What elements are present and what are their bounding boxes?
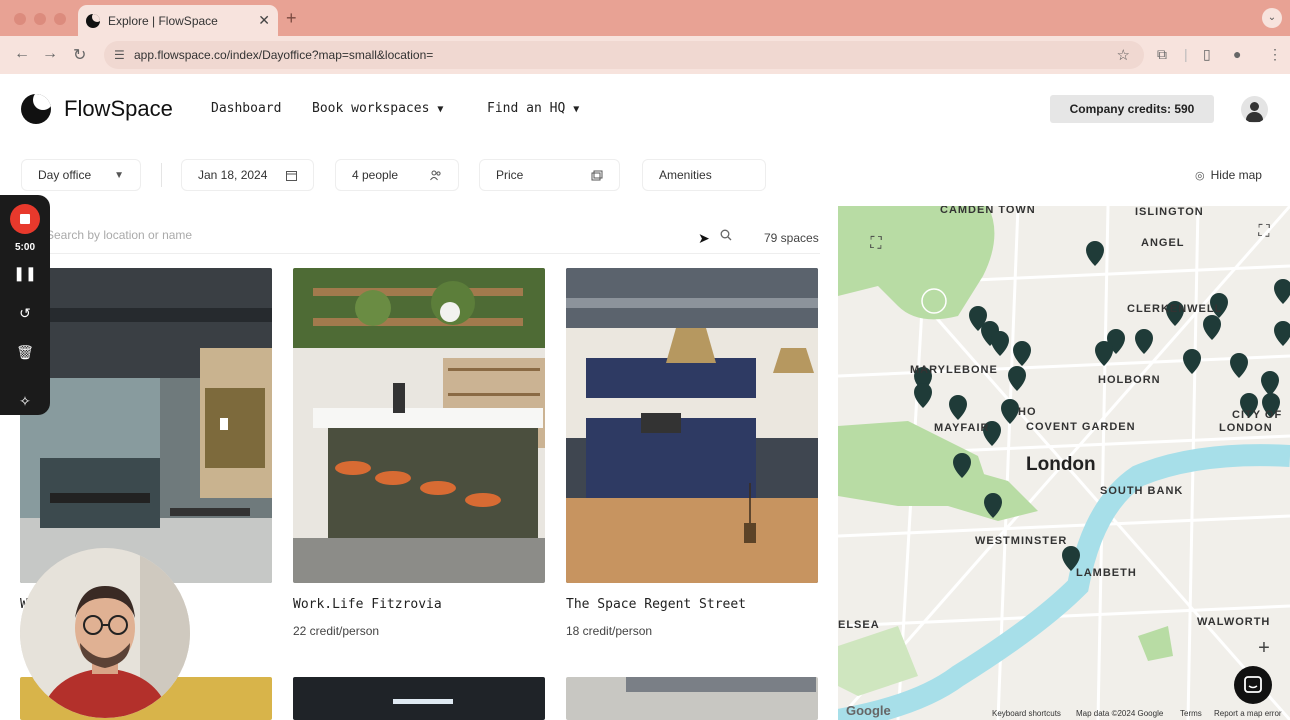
bookmark-star-icon[interactable]: ☆ [1117,46,1130,64]
profile-icon[interactable]: ● [1233,46,1241,62]
effects-wand-icon[interactable]: ✧ [0,393,50,410]
chat-icon [1244,676,1262,693]
workspace-card-image[interactable] [566,677,818,720]
flowspace-favicon-icon [86,13,100,28]
workspace-card-image[interactable] [293,677,545,720]
chevron-down-icon: ▼ [573,104,580,115]
mouse-cursor-icon: ➤ [698,230,710,246]
new-tab-icon[interactable]: + [286,8,297,29]
map-label: ANGEL [1141,237,1185,249]
spaces-count: 79 spaces [764,231,819,245]
map-label: HOLBORN [1098,374,1161,386]
filter-divider [161,163,162,187]
recording-timer: 5:00 [14,242,35,253]
map-label: MARYLEBONE [910,364,998,376]
close-window-icon[interactable] [14,13,26,25]
eye-off-icon: ◎ [1195,170,1205,182]
map-label: CITY OF [1232,409,1283,421]
site-settings-icon[interactable]: ☰ [114,48,125,62]
pause-icon[interactable]: ❚❚ [0,265,50,282]
flowspace-logo-icon[interactable] [21,94,51,124]
maximize-window-icon[interactable] [54,13,66,25]
url-text: app.flowspace.co/index/Dayoffice?map=sma… [134,48,434,62]
nav-find-an-hq[interactable]: Find an HQ ▼ [487,101,579,116]
map-label: MAYFAIR [934,422,990,434]
chat-support-button[interactable] [1234,666,1272,704]
nav-dashboard[interactable]: Dashboard [211,101,281,116]
map-label: HO [1018,406,1037,418]
tab-search-icon[interactable]: ⌄ [1262,8,1282,28]
card-price: 22 credit/person [293,624,380,638]
map-expand-icon[interactable]: ⛶ [864,232,888,256]
price-filter[interactable]: Price [479,159,620,191]
card-title[interactable]: The Space Regent Street [566,597,746,612]
zoom-in-icon[interactable]: + [1252,636,1276,660]
keyboard-shortcuts-link[interactable]: Keyboard shortcuts [992,709,1061,718]
chevron-down-icon: ▼ [114,169,124,181]
workspace-card-image[interactable] [566,268,818,583]
map-panel[interactable]: CAMDEN TOWN ISLINGTON ANGEL CLERKENWELL … [838,206,1290,720]
toolbar-divider: | [1184,46,1188,62]
map-data-attribution: Map data ©2024 Google [1076,709,1164,718]
people-select[interactable]: 4 people [335,159,459,191]
trash-icon[interactable]: 🗑 [0,344,50,361]
map-city-label: London [1026,454,1096,475]
browser-menu-icon[interactable]: ⋮ [1268,46,1282,63]
browser-tabstrip: Explore | FlowSpace ✕ + ⌄ [0,0,1290,36]
hide-map-button[interactable]: ◎ Hide map [1195,168,1262,182]
minimize-window-icon[interactable] [34,13,46,25]
app-header: FlowSpace Dashboard Book workspaces ▼ Fin… [0,74,1290,144]
search-input[interactable] [46,228,696,242]
webcam-bubble[interactable] [20,548,190,718]
workspace-card-image[interactable] [293,268,545,583]
map-label: CLERKENWELL [1127,303,1223,315]
brand-name[interactable]: FlowSpace [64,96,173,122]
map-label: WESTMINSTER [975,535,1068,547]
address-bar[interactable]: ☰ app.flowspace.co/index/Dayoffice?map=s… [104,41,1144,69]
map-label: SOUTH BANK [1100,485,1184,497]
browser-tab[interactable]: Explore | FlowSpace ✕ [78,5,278,36]
map-label: LAMBETH [1076,567,1137,579]
map-label: WALWORTH [1197,616,1271,628]
back-icon[interactable]: ← [14,45,30,63]
nav-book-workspaces[interactable]: Book workspaces ▼ [312,101,443,116]
report-map-error-link[interactable]: Report a map error [1214,709,1282,718]
restart-icon[interactable]: ↺ [0,305,50,322]
browser-toolbar: ← → ↻ ☰ app.flowspace.co/index/Dayoffice… [0,36,1290,74]
coins-icon [591,170,603,180]
tab-close-icon[interactable]: ✕ [258,12,270,29]
card-title[interactable]: Work.Life Fitzrovia [293,597,442,612]
side-panel-icon[interactable]: ▯ [1203,46,1211,63]
map-label: ELSEA [838,619,880,631]
date-picker[interactable]: Jan 18, 2024 [181,159,314,191]
card-price: 18 credit/person [566,624,653,638]
reload-icon[interactable]: ↻ [73,45,86,65]
search-icon[interactable] [720,229,732,241]
map-label: COVENT GARDEN [1026,421,1136,433]
office-type-select[interactable]: Day office ▼ [21,159,141,191]
chevron-down-icon: ▼ [437,104,444,115]
forward-icon[interactable]: → [42,45,58,63]
terms-link[interactable]: Terms [1180,709,1202,718]
map-label: CAMDEN TOWN [940,206,1036,216]
map-fullscreen-icon[interactable]: ⛶ [1252,220,1276,244]
extensions-icon[interactable]: ⧉ [1157,46,1167,63]
google-logo[interactable]: Google [846,703,891,718]
tab-title: Explore | FlowSpace [108,13,218,28]
map-label: ISLINGTON [1135,206,1204,218]
people-icon [430,170,441,180]
workspace-card-image[interactable] [20,268,272,583]
map-label: LONDON [1219,422,1273,434]
company-credits-badge[interactable]: Company credits: 590 [1050,95,1214,123]
screen-recorder-panel: 5:00 ❚❚ ↺ 🗑 ✧ [0,195,50,415]
user-avatar-icon[interactable] [1241,96,1268,123]
stop-recording-button[interactable] [10,204,40,234]
calendar-icon [286,170,297,181]
amenities-filter[interactable]: Amenities [642,159,766,191]
